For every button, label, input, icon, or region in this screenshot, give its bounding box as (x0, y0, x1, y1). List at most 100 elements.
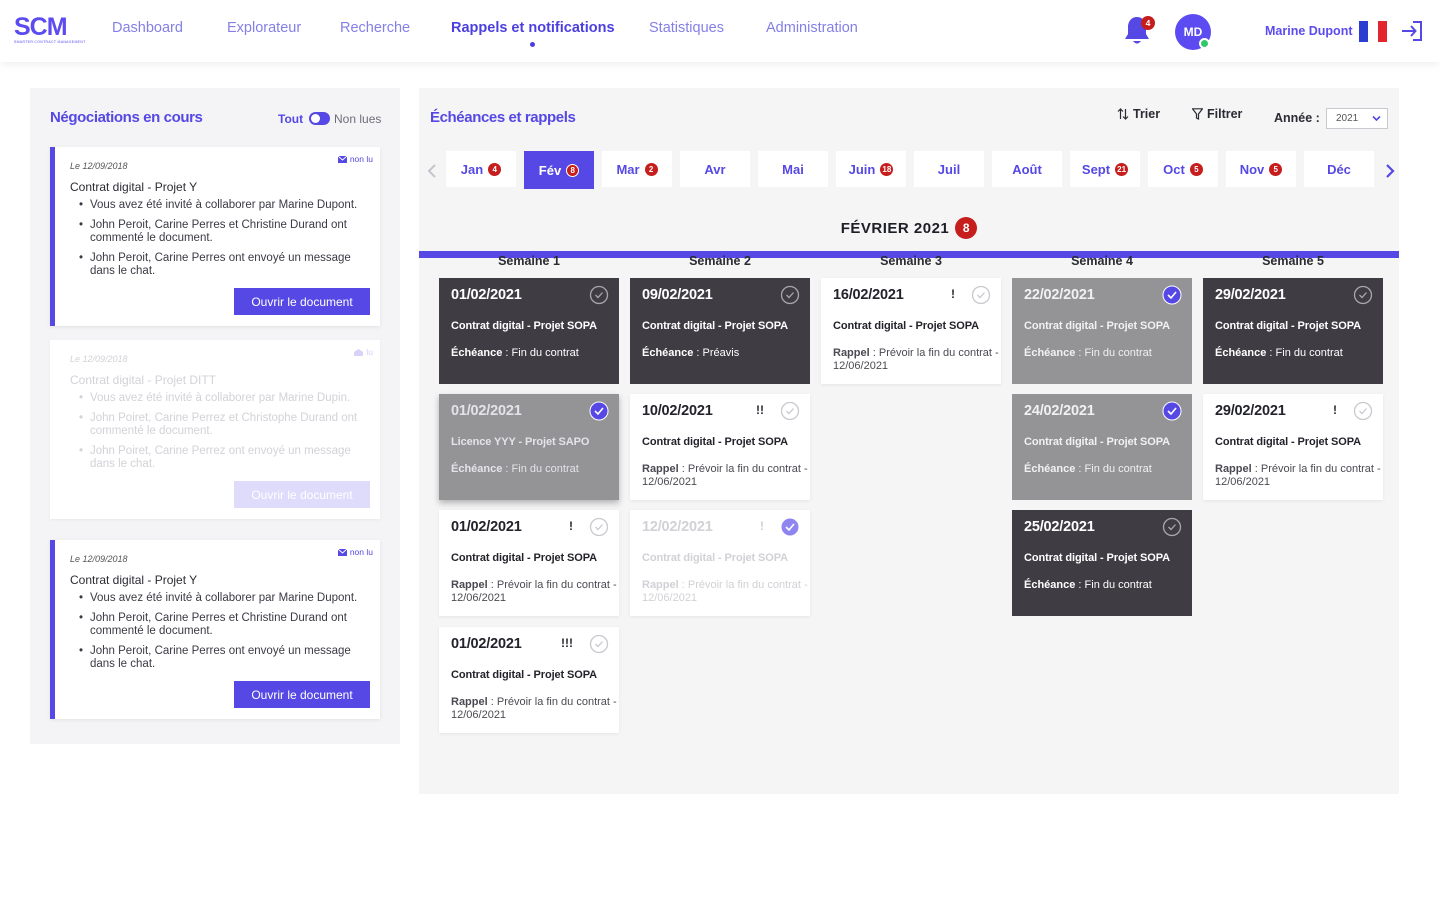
event-detail: : Fin du contrat (502, 347, 579, 359)
event-card[interactable]: 29/02/2021 Contrat digital - Projet SOPA É… (1203, 278, 1383, 384)
event-description: Rappel : Prévoir la fin du contrat - 12/… (1215, 463, 1381, 489)
read-status: lu (354, 347, 373, 357)
card-title: Contrat digital - Projet Y (70, 180, 198, 194)
tab-month-10[interactable]: Nov 5 (1226, 151, 1296, 187)
open-envelope-icon (354, 348, 364, 356)
event-description: Échéance : Fin du contrat (1215, 347, 1381, 360)
tab-month-4[interactable]: Mai (758, 151, 828, 187)
check-circle-icon[interactable] (589, 517, 609, 537)
card-date: Le 12/09/2018 (70, 554, 128, 564)
week-label: Semaine 2 (689, 254, 751, 268)
tab-month-5[interactable]: Juin 18 (836, 151, 906, 187)
filter-unread[interactable]: Non lues (334, 112, 381, 126)
checked-circle-icon[interactable] (1162, 285, 1182, 305)
month-label: Juil (937, 161, 961, 177)
check-circle-icon[interactable] (1353, 285, 1373, 305)
event-type-label: Échéance (1024, 463, 1076, 475)
nav-rappels-notifications[interactable]: Rappels et notifications (451, 20, 615, 47)
check-circle-icon[interactable] (1162, 517, 1182, 537)
chevron-right-icon[interactable] (1384, 163, 1396, 179)
check-circle-icon[interactable] (971, 285, 991, 305)
event-card[interactable]: 09/02/2021 Contrat digital - Projet SOPA É… (630, 278, 810, 384)
card-title: Contrat digital - Projet DITT (70, 373, 217, 387)
check-circle-icon[interactable] (589, 285, 609, 305)
unread-status: non lu (337, 547, 373, 557)
event-description: Échéance : Préavis (642, 347, 808, 360)
month-label: Nov (1239, 161, 1265, 177)
event-card[interactable]: 16/02/2021! Contrat digital - Projet SOPA… (821, 278, 1001, 384)
open-document-button[interactable]: Ouvrir le document (234, 681, 370, 708)
chevron-left-icon[interactable] (426, 163, 438, 179)
event-detail: : Préavis (693, 347, 740, 359)
open-document-button[interactable]: Ouvrir le document (234, 288, 370, 315)
sort-button[interactable]: Trier (1117, 107, 1160, 121)
nav-statistiques[interactable]: Statistiques (649, 20, 724, 36)
month-count-badge: 2 (644, 162, 658, 176)
event-card[interactable]: 12/02/2021! Contrat digital - Projet SOPA… (630, 510, 810, 616)
nav-dashboard[interactable]: Dashboard (112, 20, 183, 36)
tab-month-7[interactable]: Août (992, 151, 1062, 187)
top-header: SCM SMARTER CONTRACT MANAGEMENT Dashboar… (0, 0, 1440, 62)
tab-month-9[interactable]: Oct 5 (1148, 151, 1218, 187)
event-card[interactable]: 24/02/2021 Contrat digital - Projet SOPA É… (1012, 394, 1192, 500)
priority-indicator: ! (569, 519, 573, 533)
year-select[interactable]: 2021 (1326, 108, 1388, 129)
month-label: Mai (782, 161, 804, 177)
event-date: 01/02/2021 (451, 636, 522, 652)
check-circle-icon[interactable] (589, 634, 609, 654)
nav-explorateur[interactable]: Explorateur (227, 20, 301, 36)
open-document-button[interactable]: Ouvrir le document (234, 481, 370, 508)
priority-indicator: ! (760, 519, 764, 533)
tab-month-8[interactable]: Sept 21 (1070, 151, 1140, 187)
event-detail: : Fin du contrat (1266, 347, 1343, 359)
event-card[interactable]: 22/02/2021 Contrat digital - Projet SOPA É… (1012, 278, 1192, 384)
tab-month-3[interactable]: Avr (680, 151, 750, 187)
nav-recherche[interactable]: Recherche (340, 20, 410, 36)
app-logo[interactable]: SCM SMARTER CONTRACT MANAGEMENT (14, 14, 85, 48)
nav-administration[interactable]: Administration (766, 20, 858, 36)
nav-rappels-label: Rappels et notifications (451, 20, 615, 36)
tab-month-1[interactable]: Fév 8 (524, 151, 594, 189)
check-circle-icon[interactable] (780, 285, 800, 305)
event-date: 01/02/2021 (451, 519, 522, 535)
event-date: 12/02/2021 (642, 519, 713, 535)
event-card[interactable]: 10/02/2021!! Contrat digital - Projet SOP… (630, 394, 810, 500)
event-card[interactable]: 25/02/2021 Contrat digital - Projet SOPA É… (1012, 510, 1192, 616)
list-item: Vous avez été invité à collaborer par Ma… (70, 592, 370, 606)
check-circle-icon[interactable] (1353, 401, 1373, 421)
filter-icon (1192, 108, 1203, 120)
event-card[interactable]: 29/02/2021! Contrat digital - Projet SOPA… (1203, 394, 1383, 500)
event-title: Contrat digital - Projet SOPA (1215, 320, 1362, 332)
french-flag-icon[interactable] (1359, 21, 1387, 42)
tab-month-2[interactable]: Mar 2 (602, 151, 672, 187)
event-card[interactable]: 01/02/2021 Licence YYY - Projet SAPO Échéa… (439, 394, 619, 500)
tab-month-6[interactable]: Juil (914, 151, 984, 187)
filter-button[interactable]: Filtrer (1192, 107, 1242, 121)
week-label: Semaine 1 (498, 254, 560, 268)
list-item: John Poiret, Carine Perrez ont envoyé un… (70, 445, 370, 472)
month-heading-text: FÉVRIER 2021 (840, 220, 950, 237)
unread-toggle[interactable] (309, 112, 330, 125)
month-count-badge: 4 (488, 162, 502, 176)
notification-count-badge: 4 (1141, 16, 1155, 30)
tab-month-0[interactable]: Jan 4 (446, 151, 516, 187)
sort-icon (1117, 108, 1129, 120)
event-card[interactable]: 01/02/2021! Contrat digital - Projet SOPA… (439, 510, 619, 616)
checked-circle-icon[interactable] (1162, 401, 1182, 421)
tab-month-11[interactable]: Déc (1304, 151, 1374, 187)
priority-indicator: !!! (561, 636, 573, 650)
event-card[interactable]: 01/02/2021!!! Contrat digital - Projet SO… (439, 627, 619, 733)
list-item: John Peroit, Carine Perres ont envoyé un… (70, 645, 370, 672)
filter-all[interactable]: Tout (278, 112, 303, 126)
event-title: Contrat digital - Projet SOPA (451, 552, 598, 564)
panel-title: Échéances et rappels (430, 109, 576, 126)
check-circle-icon[interactable] (780, 401, 800, 421)
checked-circle-icon[interactable] (780, 517, 800, 537)
logout-icon[interactable] (1400, 20, 1424, 42)
active-nav-indicator (530, 42, 536, 47)
user-name[interactable]: Marine Dupont (1265, 24, 1353, 38)
event-card[interactable]: 01/02/2021 Contrat digital - Projet SOPA É… (439, 278, 619, 384)
month-tabs: Jan 4 Fév 8 Mar 2 Avr Mai Juin 18 Juil Août Sept 21 Oc… (419, 151, 1399, 258)
checked-circle-icon[interactable] (589, 401, 609, 421)
event-type-label: Échéance (451, 463, 503, 475)
